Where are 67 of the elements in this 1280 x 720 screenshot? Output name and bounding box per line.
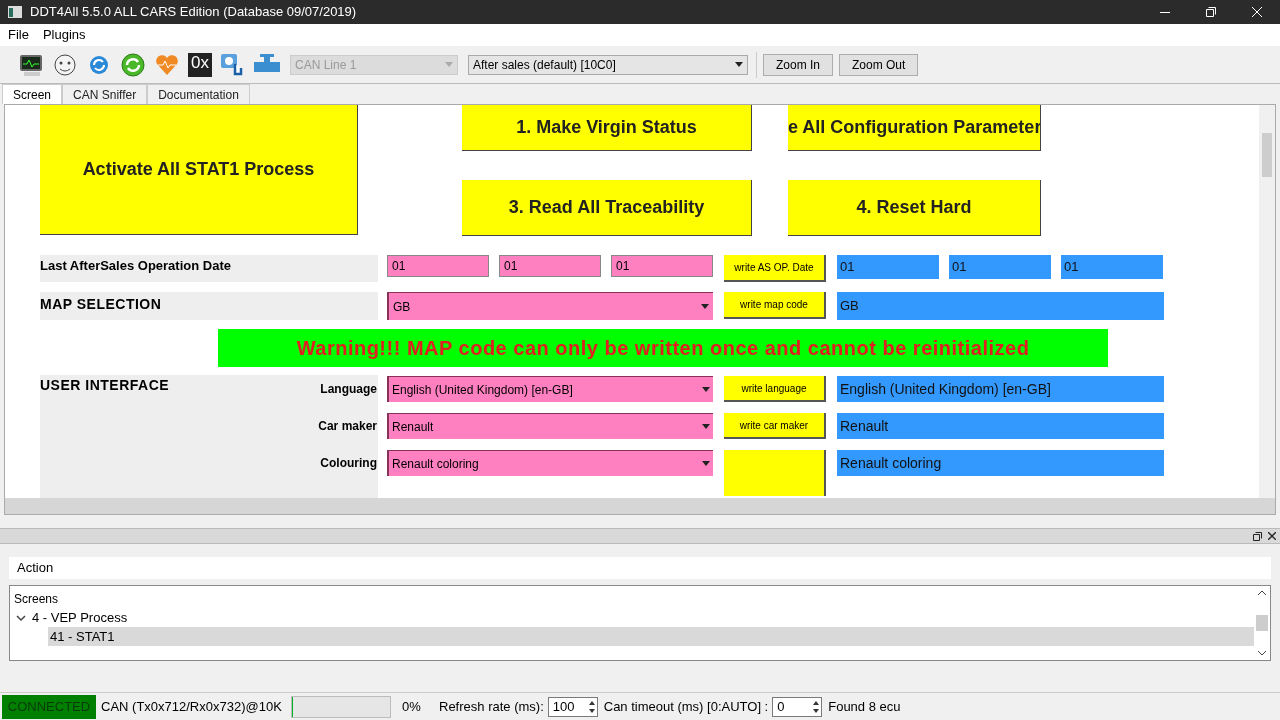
date-input[interactable]: 01	[611, 255, 713, 277]
menu-item[interactable]: Plugins	[38, 25, 90, 45]
value-display: 01	[949, 255, 1051, 279]
tab[interactable]: CAN Sniffer	[62, 84, 148, 104]
horizontal-scrollbar[interactable]	[5, 498, 1275, 514]
warning-banner: Warning!!! MAP code can only be written once and cannot be reinitialized	[218, 329, 1108, 367]
dropdown-caret-icon	[445, 62, 453, 67]
scroll-up-icon[interactable]	[1258, 590, 1266, 595]
tree-header: Screens	[13, 591, 60, 608]
param-label: Car maker	[317, 418, 378, 435]
dropdown-caret-icon	[702, 424, 710, 429]
tree-item[interactable]: 41 - STAT1	[48, 627, 1254, 646]
window-title: DDT4All 5.5.0 ALL CARS Edition (Database 09/07/2019)	[30, 3, 357, 22]
value-display: Renault	[837, 413, 1164, 439]
progress-reading: 0%	[402, 697, 422, 716]
date-input[interactable]: 01	[499, 255, 601, 277]
zoom-button[interactable]: Zoom In	[763, 53, 833, 76]
ecu-count: Found 8 ecu	[828, 697, 901, 716]
action-button[interactable]: 3. Read All Traceability	[462, 180, 752, 236]
screens-tree[interactable]: Screens 4 - VEP Process 41 - STAT1	[9, 585, 1271, 661]
param-label: Colouring	[319, 455, 378, 472]
tree-item[interactable]: 4 - VEP Process	[10, 608, 1254, 627]
value-display: English (United Kingdom) [en-GB]	[837, 376, 1164, 402]
timeout-spinbox[interactable]: 0	[772, 696, 823, 717]
date-input[interactable]: 01	[387, 255, 489, 277]
dropdown-caret-icon	[735, 62, 743, 67]
refresh-label: Refresh rate (ms):	[439, 697, 544, 716]
section-label: USER INTERFACE	[40, 376, 170, 395]
write-button[interactable]: write AS OP. Date	[724, 255, 826, 282]
scroll-down-icon[interactable]	[1258, 651, 1266, 656]
section-label: MAP SELECTION	[40, 296, 162, 312]
chevron-down-icon[interactable]	[16, 613, 26, 622]
write-button[interactable]: write language	[724, 376, 826, 402]
value-display: 01	[1061, 255, 1163, 279]
dropdown-caret-icon	[702, 461, 710, 466]
dropdown-caret-icon	[702, 387, 710, 392]
field-label: Last AfterSales Operation Date	[40, 257, 231, 275]
app-icon	[8, 6, 22, 18]
vertical-scrollbar[interactable]	[1259, 105, 1275, 498]
value-display: 01	[837, 255, 939, 279]
float-icon[interactable]	[1253, 531, 1262, 541]
action-button[interactable]: 1. Make Virgin Status	[462, 105, 752, 151]
dropdown-caret-icon	[701, 304, 709, 309]
connection-status: CONNECTED	[2, 694, 96, 719]
close-icon[interactable]	[1268, 532, 1276, 540]
can-info: CAN (Tx0x712/Rx0x732)@10K	[101, 697, 283, 716]
map-select[interactable]: GB	[387, 292, 713, 320]
action-field[interactable]: Action	[9, 557, 1271, 579]
param-select[interactable]: English (United Kingdom) [en-GB]	[387, 376, 713, 402]
param-select[interactable]: Renault	[387, 413, 713, 439]
param-select[interactable]: Renault coloring	[387, 450, 713, 476]
value-display: Renault coloring	[837, 450, 1164, 476]
session-select[interactable]: After sales (default) [10C0]	[468, 54, 748, 75]
zoom-button[interactable]: Zoom Out	[839, 53, 919, 76]
refresh-spinbox[interactable]: 100	[547, 696, 598, 717]
param-label: Language	[319, 381, 378, 398]
write-button[interactable]: write map code	[724, 292, 826, 319]
tab[interactable]: Documentation	[147, 84, 250, 104]
action-button[interactable]: Activate All STAT1 Process	[40, 105, 358, 235]
value-display: GB	[837, 292, 1164, 320]
scrollbar-thumb[interactable]	[1256, 615, 1268, 631]
timeout-label: Can timeout (ms) [0:AUTO] :	[603, 697, 769, 716]
write-button[interactable]: write car maker	[724, 413, 826, 439]
hex-icon[interactable]: 0x	[188, 52, 212, 77]
tab[interactable]: Screen	[2, 84, 63, 104]
menu-item[interactable]: File	[4, 25, 33, 45]
action-button[interactable]: 4. Reset Hard	[788, 180, 1041, 236]
